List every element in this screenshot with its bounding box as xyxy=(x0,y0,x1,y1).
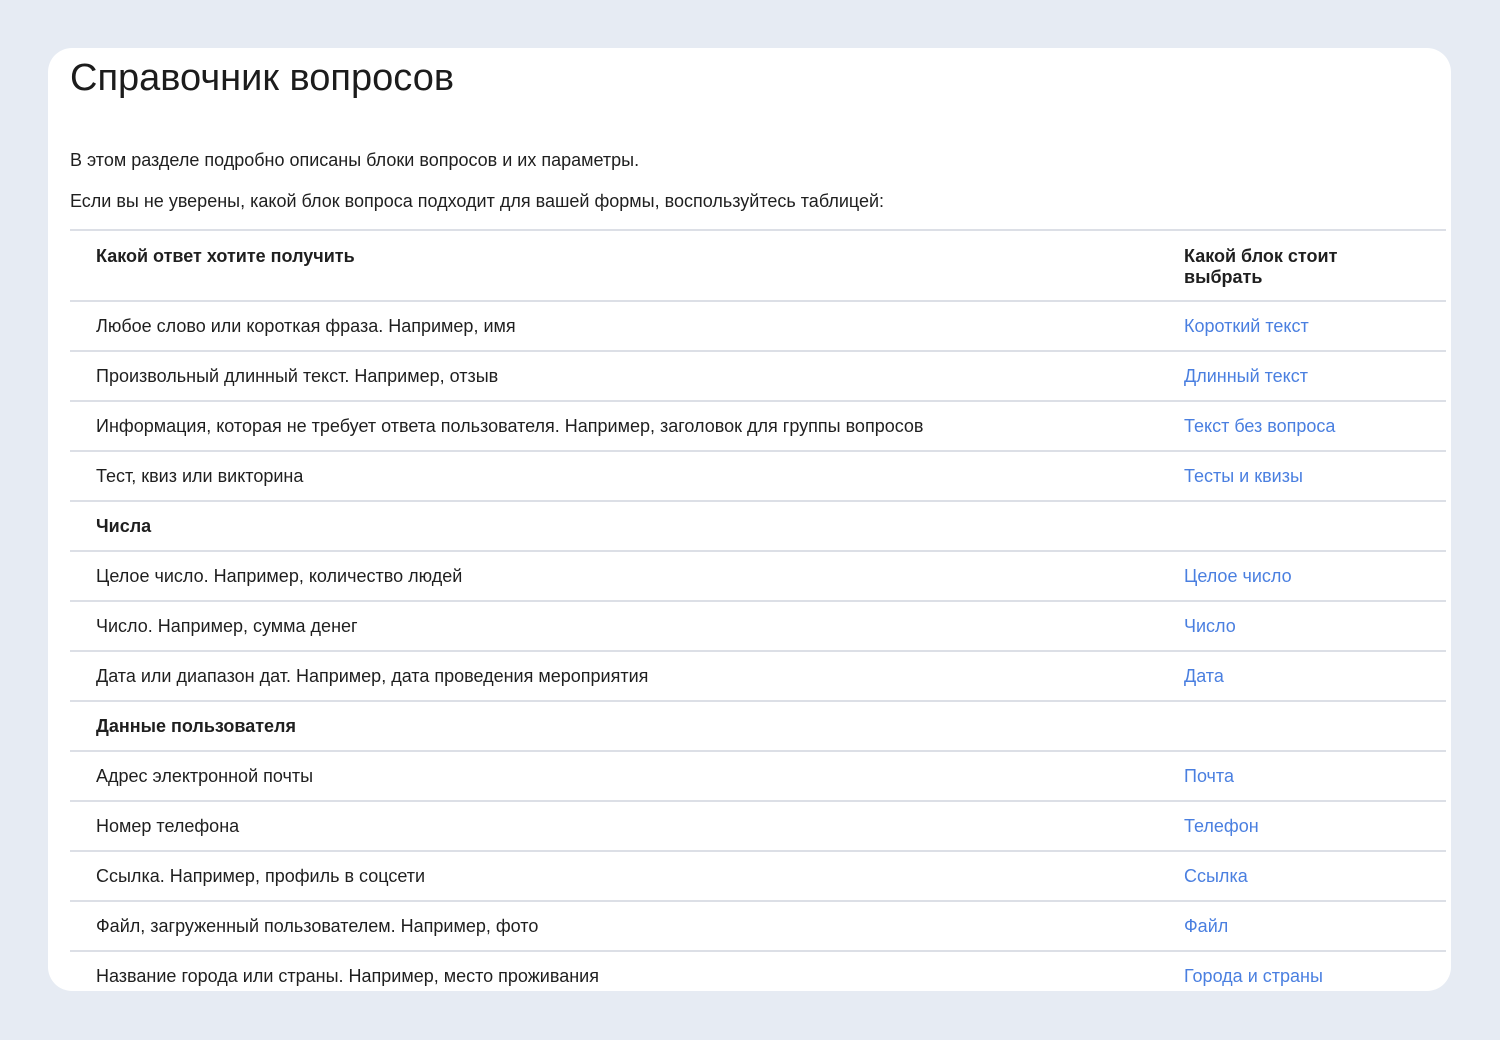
table-row: Любое слово или короткая фраза. Например… xyxy=(70,302,1446,352)
page-frame: Справочник вопросов В этом разделе подро… xyxy=(0,0,1500,1040)
block-link-url[interactable]: Ссылка xyxy=(1184,866,1248,886)
block-reference-table: Какой ответ хотите получить Какой блок с… xyxy=(70,229,1446,991)
header-block: Какой блок стоит выбрать xyxy=(1184,246,1338,287)
table-row: Дата или диапазон дат. Например, дата пр… xyxy=(70,652,1446,702)
answer-cell: Число. Например, сумма денег xyxy=(96,616,358,636)
table-row: Тест, квиз или викторина Тесты и квизы xyxy=(70,452,1446,502)
page-title: Справочник вопросов xyxy=(70,57,455,99)
block-link-text-without-question[interactable]: Текст без вопроса xyxy=(1184,416,1335,436)
hint-text: Если вы не уверены, какой блок вопроса п… xyxy=(70,191,885,211)
table-row: Файл, загруженный пользователем. Наприме… xyxy=(70,902,1446,952)
answer-cell: Адрес электронной почты xyxy=(96,766,314,786)
block-link-tests-quizzes[interactable]: Тесты и квизы xyxy=(1184,466,1303,486)
answer-cell: Название города или страны. Например, ме… xyxy=(96,966,599,986)
table-row: Ссылка. Например, профиль в соцсети Ссыл… xyxy=(70,852,1446,902)
block-link-integer[interactable]: Целое число xyxy=(1184,566,1292,586)
answer-cell: Дата или диапазон дат. Например, дата пр… xyxy=(96,666,649,686)
table-row: Название города или страны. Например, ме… xyxy=(70,952,1446,991)
section-title-user-data: Данные пользователя xyxy=(96,716,296,736)
intro-text: В этом разделе подробно описаны блоки во… xyxy=(70,150,640,170)
answer-cell: Тест, квиз или викторина xyxy=(96,466,304,486)
block-link-phone[interactable]: Телефон xyxy=(1184,816,1259,836)
answer-cell: Файл, загруженный пользователем. Наприме… xyxy=(96,916,539,936)
table-row: Целое число. Например, количество людей … xyxy=(70,552,1446,602)
answer-cell: Информация, которая не требует ответа по… xyxy=(96,416,924,436)
header-answer: Какой ответ хотите получить xyxy=(96,246,355,266)
table-section-row: Числа xyxy=(70,502,1446,552)
block-link-cities-countries[interactable]: Города и страны xyxy=(1184,966,1323,986)
block-link-file[interactable]: Файл xyxy=(1184,916,1228,936)
block-link-long-text[interactable]: Длинный текст xyxy=(1184,366,1308,386)
table-row: Информация, которая не требует ответа по… xyxy=(70,402,1446,452)
table-row: Адрес электронной почты Почта xyxy=(70,752,1446,802)
answer-cell: Целое число. Например, количество людей xyxy=(96,566,463,586)
section-title-numbers: Числа xyxy=(96,516,152,536)
block-link-date[interactable]: Дата xyxy=(1184,666,1224,686)
block-link-email[interactable]: Почта xyxy=(1184,766,1234,786)
block-link-number[interactable]: Число xyxy=(1184,616,1236,636)
table-row: Номер телефона Телефон xyxy=(70,802,1446,852)
answer-cell: Любое слово или короткая фраза. Например… xyxy=(96,316,516,336)
content-card: Справочник вопросов В этом разделе подро… xyxy=(48,48,1451,991)
table-row: Произвольный длинный текст. Например, от… xyxy=(70,352,1446,402)
table-header-row: Какой ответ хотите получить Какой блок с… xyxy=(70,231,1446,302)
table-section-row: Данные пользователя xyxy=(70,702,1446,752)
block-link-short-text[interactable]: Короткий текст xyxy=(1184,316,1309,336)
answer-cell: Номер телефона xyxy=(96,816,240,836)
answer-cell: Произвольный длинный текст. Например, от… xyxy=(96,366,499,386)
answer-cell: Ссылка. Например, профиль в соцсети xyxy=(96,866,426,886)
table-row: Число. Например, сумма денег Число xyxy=(70,602,1446,652)
